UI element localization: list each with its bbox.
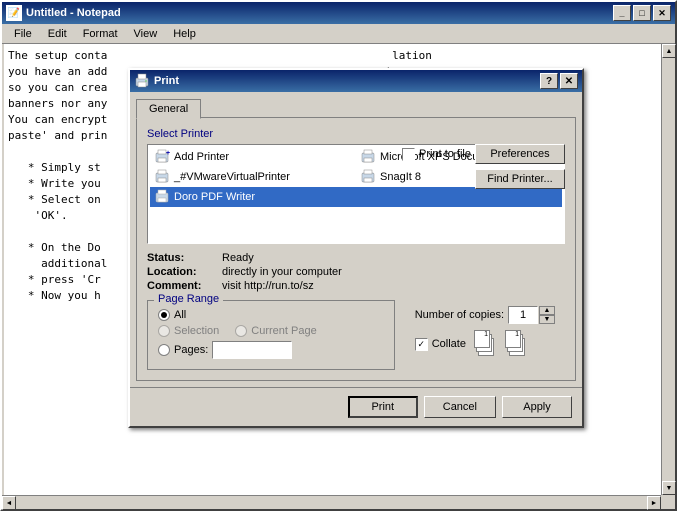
notepad-scrollbar-vertical[interactable]: ▲ ▼ [661, 44, 675, 495]
dialog-body: General Select Printer + [130, 92, 582, 387]
radio-current-page: Current Page [235, 325, 316, 337]
notepad-minimize-button[interactable]: _ [613, 5, 631, 21]
print-to-file-checkbox[interactable] [402, 148, 415, 161]
notepad-title: Untitled - Notepad [26, 7, 613, 19]
menu-help[interactable]: Help [165, 26, 204, 42]
radio-selection: Selection [158, 325, 219, 337]
copies-label: Number of copies: [415, 309, 504, 321]
radio-pages-label: Pages: [174, 344, 208, 356]
dialog-title-icon [134, 73, 150, 89]
printer-icon [134, 73, 150, 89]
comment-label: Comment: [147, 280, 222, 292]
add-printer-icon: + [154, 149, 170, 165]
page-front-1: 1 [474, 330, 490, 348]
print-button[interactable]: Print [348, 396, 418, 418]
radio-selection-input[interactable] [158, 325, 170, 337]
printer-name-vmware: _#VMwareVirtualPrinter [174, 171, 290, 183]
status-value: Ready [222, 252, 565, 264]
xps-printer-icon [360, 149, 376, 165]
printer-name-doro: Doro PDF Writer [174, 191, 255, 203]
dialog-titlebar: Print ? ✕ [130, 70, 582, 92]
radio-current-page-label: Current Page [251, 325, 316, 337]
find-printer-button-row: Find Printer... [475, 169, 565, 189]
menu-view[interactable]: View [126, 26, 166, 42]
menu-edit[interactable]: Edit [40, 26, 75, 42]
collate-check-mark: ✓ [417, 339, 425, 350]
printer-name-add: Add Printer [174, 151, 229, 163]
collate-row: ✓ Collate 3 2 1 3 2 [415, 330, 555, 358]
spin-up-arrow[interactable]: ▲ [539, 306, 555, 315]
collate-stack-1: 3 2 1 [474, 330, 498, 358]
cancel-button[interactable]: Cancel [424, 396, 496, 418]
scroll-down-arrow[interactable]: ▼ [662, 481, 676, 495]
right-controls: Print to file Preferences Find Printer..… [402, 144, 565, 189]
dialog-titlebar-buttons: ? ✕ [540, 73, 578, 89]
radio-current-page-input[interactable] [235, 325, 247, 337]
apply-button[interactable]: Apply [502, 396, 572, 418]
dialog-close-button[interactable]: ✕ [560, 73, 578, 89]
radio-selection-label: Selection [174, 325, 219, 337]
radio-all-label: All [174, 309, 186, 321]
spin-down-arrow[interactable]: ▼ [539, 315, 555, 324]
notepad-close-button[interactable]: ✕ [653, 5, 671, 21]
tab-content-general: Select Printer + Add Printer [136, 117, 576, 381]
status-label: Status: [147, 252, 222, 264]
dialog-footer: Print Cancel Apply [130, 387, 582, 426]
doro-printer-icon [154, 189, 170, 205]
location-value: directly in your computer [222, 266, 565, 278]
printer-item-vmware[interactable]: _#VMwareVirtualPrinter [150, 167, 356, 187]
print-dialog: Print ? ✕ General Select Printer [128, 68, 584, 428]
bottom-sections: Page Range All Selection Current Page [147, 300, 565, 370]
page-front-1b: 1 [505, 330, 521, 348]
content-line: The setup conta lation [8, 48, 657, 64]
snagit-printer-icon [360, 169, 376, 185]
notepad-titlebar-buttons: _ □ ✕ [613, 5, 671, 21]
select-printer-label: Select Printer [147, 128, 565, 140]
menu-file[interactable]: File [6, 26, 40, 42]
dialog-tab-bar: General [136, 98, 576, 118]
radio-pages-input[interactable] [158, 344, 170, 356]
dialog-title: Print [154, 75, 540, 87]
radio-pages: Pages: [158, 341, 384, 359]
find-printer-button[interactable]: Find Printer... [475, 169, 565, 189]
copies-spinner: ▲ ▼ [508, 306, 555, 324]
radio-all: All [158, 309, 384, 321]
collate-graphic: 3 2 1 3 2 1 [474, 330, 529, 358]
copies-row: Number of copies: ▲ ▼ [415, 306, 555, 324]
menu-format[interactable]: Format [75, 26, 126, 42]
page-range-group: Page Range All Selection Current Page [147, 300, 395, 370]
spinner-arrows: ▲ ▼ [539, 306, 555, 324]
notepad-maximize-button[interactable]: □ [633, 5, 651, 21]
radio-all-input[interactable] [158, 309, 170, 321]
preferences-button[interactable]: Preferences [475, 144, 565, 164]
pages-input[interactable] [212, 341, 292, 359]
svg-text:+: + [166, 150, 170, 157]
printer-item-add[interactable]: + Add Printer [150, 147, 356, 167]
location-label: Location: [147, 266, 222, 278]
scroll-right-arrow[interactable]: ► [647, 496, 661, 510]
copies-input[interactable] [508, 306, 538, 324]
print-to-file-row: Print to file Preferences [402, 144, 565, 164]
vmware-printer-icon [154, 169, 170, 185]
notepad-menubar: File Edit Format View Help [2, 24, 675, 44]
page-range-legend: Page Range [154, 293, 223, 305]
notepad-scrollbar-horizontal[interactable]: ◄ ► [2, 495, 661, 509]
notepad-titlebar: 📝 Untitled - Notepad _ □ ✕ [2, 2, 675, 24]
status-section: Status: Ready Location: directly in your… [147, 252, 565, 292]
notepad-icon: 📝 [6, 5, 22, 21]
collate-checkbox[interactable]: ✓ [415, 338, 428, 351]
dialog-help-button[interactable]: ? [540, 73, 558, 89]
print-to-file-label: Print to file [419, 148, 471, 160]
comment-value: visit http://run.to/sz [222, 280, 565, 292]
collate-stack-2: 3 2 1 [505, 330, 529, 358]
scroll-left-arrow[interactable]: ◄ [2, 496, 16, 510]
copies-group: Number of copies: ▲ ▼ ✓ [405, 300, 565, 370]
scroll-up-arrow[interactable]: ▲ [662, 44, 676, 58]
printer-item-doro[interactable]: Doro PDF Writer [150, 187, 562, 207]
tab-general[interactable]: General [136, 99, 201, 119]
collate-label: Collate [432, 338, 466, 350]
